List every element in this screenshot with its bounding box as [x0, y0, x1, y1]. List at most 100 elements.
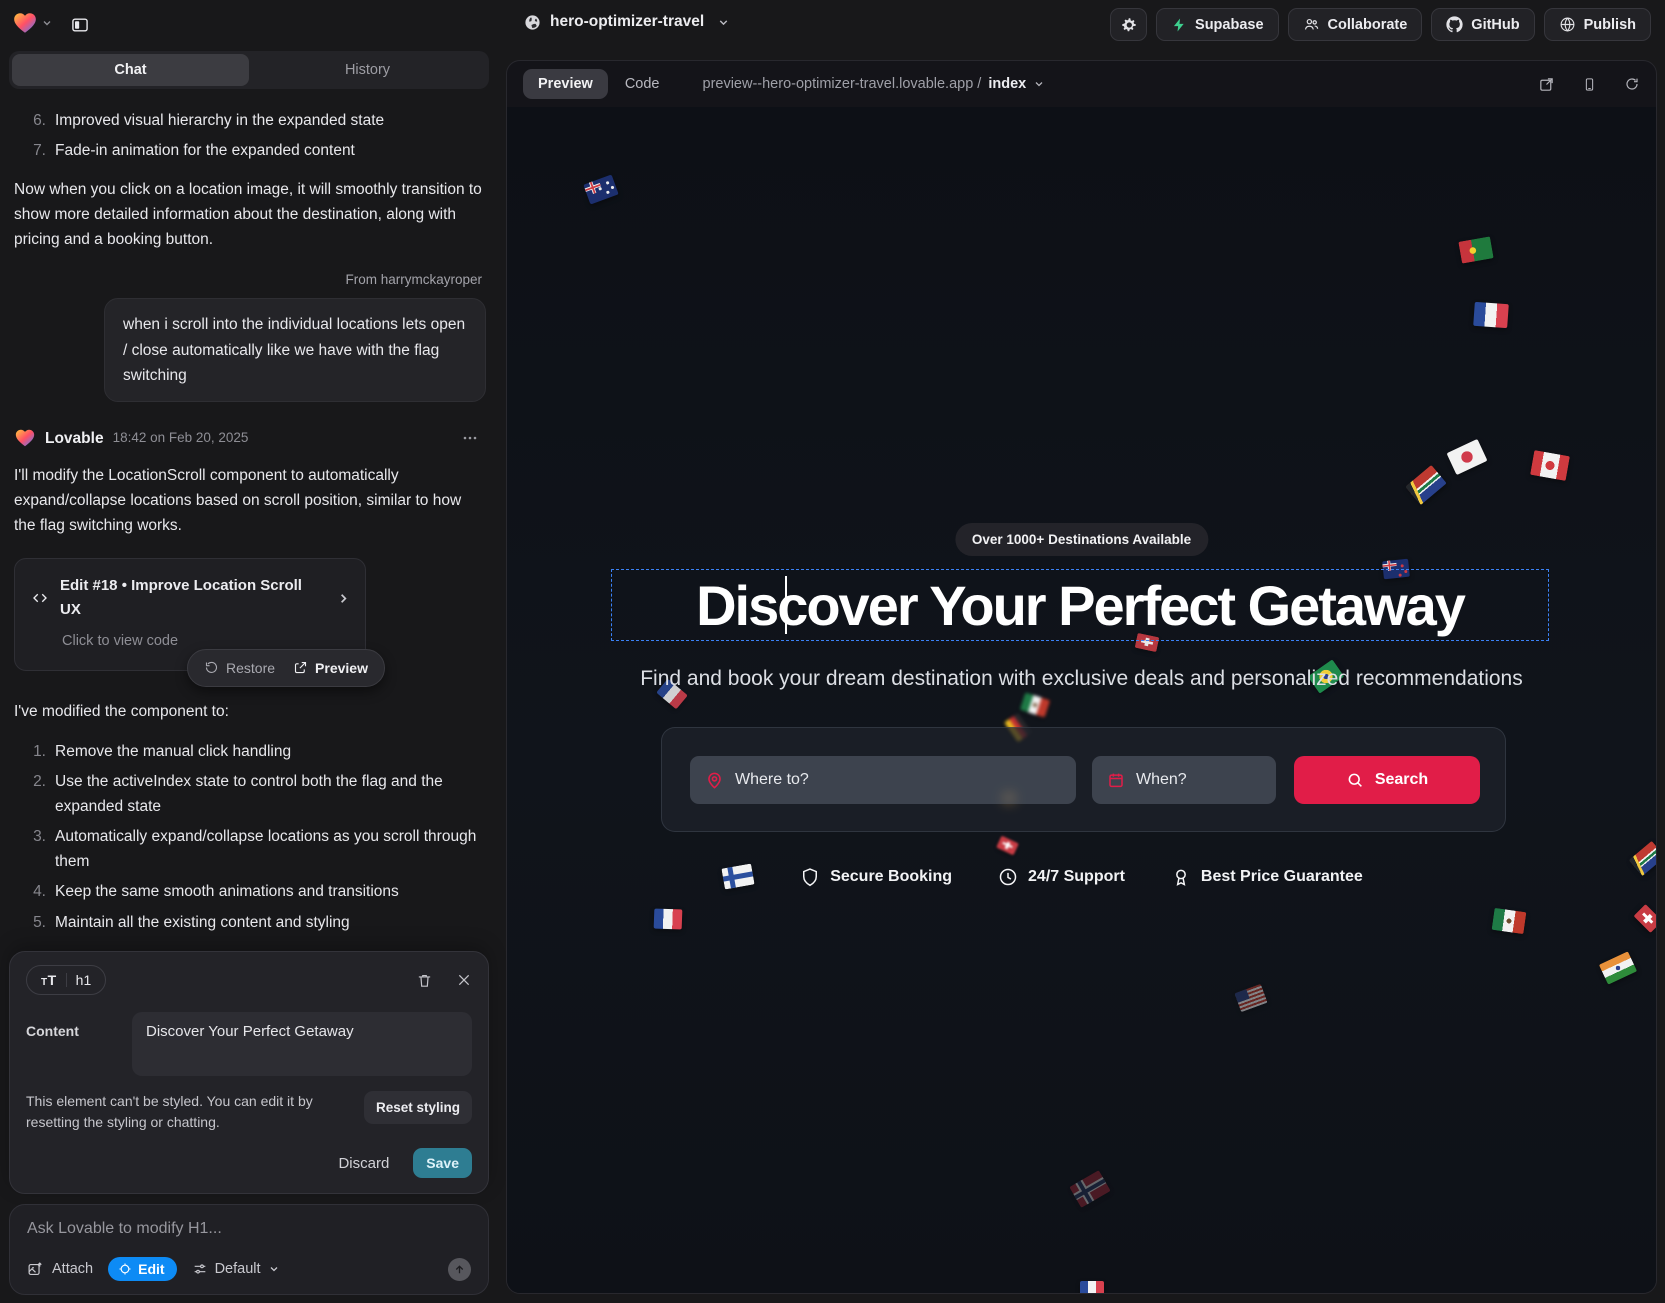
- publish-label: Publish: [1584, 17, 1636, 33]
- attach-label: Attach: [52, 1261, 93, 1277]
- tab-code[interactable]: Code: [625, 76, 660, 92]
- feature-badges: Secure Booking 24/7 Support Best Price G…: [507, 867, 1656, 887]
- preview-version-button[interactable]: Preview: [293, 657, 368, 680]
- edit-mode-pill[interactable]: Edit: [108, 1257, 176, 1281]
- search-button[interactable]: Search: [1294, 756, 1480, 804]
- edit-mode-label: Edit: [138, 1261, 164, 1277]
- tab-chat[interactable]: Chat: [12, 54, 249, 86]
- attach-button[interactable]: Attach: [27, 1261, 93, 1278]
- chat-scroll-area[interactable]: 6. Improved visual hierarchy in the expa…: [9, 99, 489, 945]
- h1-selection-outline[interactable]: Discover Your Perfect Getaway: [611, 569, 1549, 641]
- portugal-flag: [1458, 236, 1493, 263]
- code-icon: [31, 589, 49, 607]
- preview-label: Preview: [315, 657, 368, 680]
- supabase-button[interactable]: Supabase: [1156, 8, 1279, 41]
- sliders-icon: [192, 1261, 208, 1277]
- toggle-sidebar-button[interactable]: [62, 9, 98, 41]
- model-label: Default: [215, 1261, 261, 1277]
- close-icon: [456, 972, 472, 988]
- destinations-badge: Over 1000+ Destinations Available: [955, 523, 1208, 556]
- when-input[interactable]: When?: [1092, 756, 1276, 804]
- mobile-view-button[interactable]: [1582, 76, 1597, 93]
- india-flag: [1599, 952, 1637, 985]
- list-number: 2.: [25, 769, 46, 819]
- mexico-flag: [1491, 908, 1526, 934]
- tab-preview[interactable]: Preview: [523, 69, 608, 99]
- award-icon: [1171, 867, 1191, 887]
- save-button[interactable]: Save: [413, 1148, 472, 1178]
- list-text: Fade-in animation for the expanded conte…: [55, 138, 355, 163]
- feature-label: Best Price Guarantee: [1201, 868, 1363, 886]
- project-name: hero-optimizer-travel: [550, 13, 704, 31]
- external-link-icon: [293, 660, 308, 675]
- settings-button[interactable]: [1110, 8, 1147, 41]
- japan-flag: [1447, 439, 1488, 475]
- search-label: Search: [1375, 771, 1428, 789]
- model-selector[interactable]: Default: [192, 1261, 280, 1277]
- list-number: 5.: [25, 910, 46, 935]
- usa-flag: [1234, 984, 1267, 1012]
- restore-label: Restore: [226, 657, 275, 680]
- text-size-icon: TT: [41, 972, 57, 988]
- restore-icon: [204, 660, 219, 675]
- list-number: 6.: [25, 108, 46, 133]
- chevron-down-icon: [1033, 78, 1045, 90]
- preview-viewport: Over 1000+ Destinations Available Discov…: [507, 107, 1656, 1293]
- list-text: Remove the manual click handling: [55, 739, 291, 764]
- element-tag-label: h1: [76, 972, 92, 988]
- where-placeholder: Where to?: [735, 771, 809, 789]
- assistant-paragraph: I'll modify the LocationScroll component…: [14, 463, 484, 538]
- message-menu-button[interactable]: [456, 430, 484, 446]
- preview-panel: Preview Code preview--hero-optimizer-tra…: [506, 60, 1657, 1294]
- preview-url[interactable]: preview--hero-optimizer-travel.lovable.a…: [703, 76, 1046, 92]
- hero-headline[interactable]: Discover Your Perfect Getaway: [696, 573, 1464, 638]
- delete-element-button[interactable]: [416, 972, 433, 989]
- publish-button[interactable]: Publish: [1544, 8, 1651, 41]
- feature-best-price: Best Price Guarantee: [1171, 867, 1363, 887]
- chevron-down-icon: [268, 1263, 280, 1275]
- list-number: 7.: [25, 138, 46, 163]
- divider: [66, 973, 67, 987]
- globe-icon: [1559, 16, 1576, 33]
- list-text: Maintain all the existing content and st…: [55, 910, 350, 935]
- composer-input[interactable]: [27, 1220, 471, 1238]
- refresh-button[interactable]: [1624, 76, 1640, 92]
- when-placeholder: When?: [1136, 771, 1187, 789]
- lovable-logo-icon: [14, 427, 36, 449]
- list-item: 7. Fade-in animation for the expanded co…: [12, 135, 486, 165]
- norway-flag: [1070, 1170, 1111, 1208]
- france-flag: [1474, 302, 1510, 328]
- element-tag-chip[interactable]: TT h1: [26, 965, 106, 995]
- lovable-logo-icon[interactable]: [12, 10, 38, 36]
- send-button[interactable]: [448, 1258, 471, 1281]
- list-text: Improved visual hierarchy in the expande…: [55, 108, 384, 133]
- list-item: 2. Use the activeIndex state to control …: [12, 766, 486, 821]
- close-editor-button[interactable]: [456, 972, 472, 989]
- reset-styling-button[interactable]: Reset styling: [364, 1091, 472, 1124]
- discard-button[interactable]: Discard: [338, 1155, 389, 1172]
- list-text: Use the activeIndex state to control bot…: [55, 769, 486, 819]
- south-africa-flag: [1405, 465, 1446, 505]
- supabase-label: Supabase: [1195, 17, 1264, 33]
- where-to-input[interactable]: Where to?: [690, 756, 1076, 804]
- content-input[interactable]: Discover Your Perfect Getaway: [132, 1012, 472, 1076]
- collaborate-button[interactable]: Collaborate: [1288, 8, 1423, 41]
- top-bar: hero-optimizer-travel Supabase Collabora…: [0, 0, 1665, 48]
- open-in-new-tab-button[interactable]: [1538, 76, 1555, 93]
- github-button[interactable]: GitHub: [1431, 8, 1534, 41]
- feature-support: 24/7 Support: [998, 867, 1125, 887]
- shield-icon: [800, 867, 820, 887]
- edit-version-card[interactable]: Edit #18 • Improve Location Scroll UX Cl…: [14, 558, 366, 671]
- assistant-paragraph: Now when you click on a location image, …: [14, 177, 484, 252]
- canada-flag: [1530, 450, 1570, 481]
- edit-card-title: Edit #18 • Improve Location Scroll UX: [60, 574, 325, 623]
- element-editor-panel: TT h1 Content Discover Your Perfec: [9, 951, 489, 1194]
- project-switcher[interactable]: hero-optimizer-travel: [524, 13, 730, 31]
- chevron-down-icon: [717, 16, 730, 29]
- location-pin-icon: [705, 771, 724, 790]
- chevron-down-icon[interactable]: [41, 17, 53, 29]
- switzerland-flag: [996, 835, 1019, 855]
- tab-history[interactable]: History: [249, 54, 486, 86]
- feature-label: 24/7 Support: [1028, 868, 1125, 886]
- restore-button[interactable]: Restore: [204, 657, 275, 680]
